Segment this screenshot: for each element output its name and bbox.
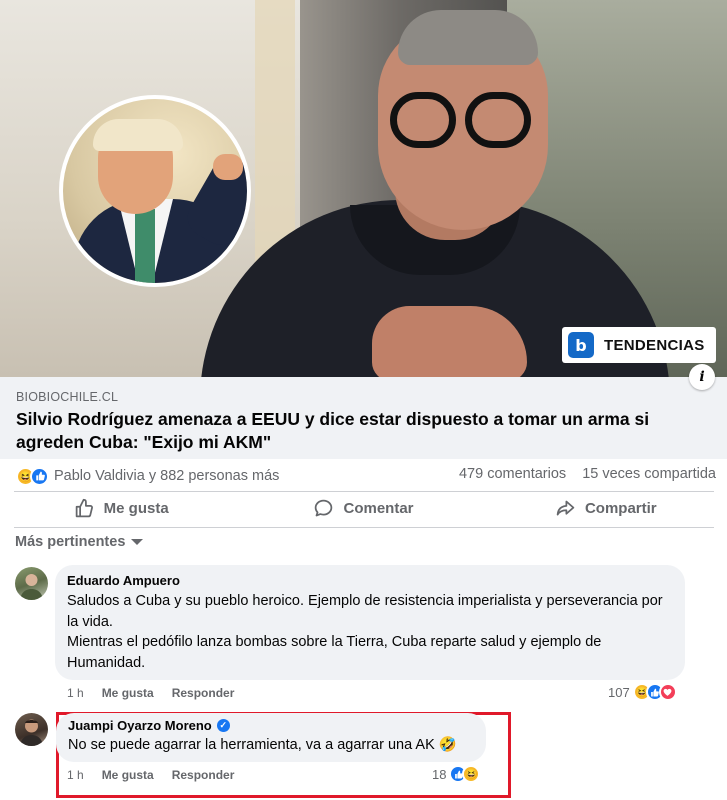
reaction-count: 18 — [432, 766, 447, 782]
post-action-bar: Me gusta Comentar Compartir — [0, 490, 727, 526]
comment-label: Comentar — [343, 499, 414, 517]
man-hair — [398, 10, 538, 65]
avatar[interactable] — [15, 713, 48, 746]
link-headline[interactable]: Silvio Rodríguez amenaza a EEUU y dice e… — [16, 408, 716, 454]
comment-text-line: Saludos a Cuba y su pueblo heroico. Ejem… — [67, 593, 663, 630]
engagement-counts: 479 comentarios 15 veces compartida — [459, 466, 716, 482]
divider-bottom — [14, 527, 714, 528]
like-icon — [30, 466, 49, 486]
like-button[interactable]: Me gusta — [0, 490, 242, 526]
inset-pointing-hand — [213, 154, 243, 180]
comment-author[interactable]: Eduardo Ampuero — [67, 573, 673, 588]
comment-count[interactable]: 479 comentarios — [459, 466, 566, 482]
link-domain: BIOBIOCHILE.CL — [16, 390, 119, 404]
biobio-logo-icon: b — [568, 332, 594, 358]
inset-tie — [135, 209, 155, 283]
comment-bubble[interactable]: Eduardo Ampuero Saludos a Cuba y su pueb… — [55, 565, 685, 680]
tendencias-badge: b TENDENCIAS — [562, 327, 716, 363]
comment-button[interactable]: Comentar — [242, 490, 484, 526]
comment-text: Saludos a Cuba y su pueblo heroico. Ejem… — [67, 591, 673, 673]
share-count[interactable]: 15 veces compartida — [582, 466, 716, 482]
man-hand — [372, 306, 527, 377]
comment-bubble[interactable]: Juampi Oyarzo Moreno ✓ No se puede agarr… — [56, 713, 486, 762]
badge-text: TENDENCIAS — [604, 336, 705, 354]
comment-sort-dropdown[interactable]: Más pertinentes — [15, 534, 144, 550]
glasses-right-lens — [465, 92, 531, 148]
comment-meta: 1 h Me gusta Responder — [67, 768, 252, 782]
inset-photo — [59, 95, 251, 287]
comment-author[interactable]: Juampi Oyarzo Moreno — [68, 718, 212, 733]
comment-bubble-icon — [315, 499, 333, 516]
inset-hair — [93, 119, 183, 151]
comment-reactions[interactable]: 107 😆 — [608, 683, 677, 701]
share-arrow-icon — [556, 500, 575, 515]
share-button[interactable]: Compartir — [485, 490, 727, 526]
like-label: Me gusta — [103, 499, 169, 517]
love-icon — [658, 683, 677, 701]
sort-label: Más pertinentes — [15, 534, 126, 550]
comment-like-button[interactable]: Me gusta — [102, 768, 154, 782]
reaction-count: 107 — [608, 684, 630, 700]
comment-text-line: Mientras el pedófilo lanza bombas sobre … — [67, 634, 602, 671]
caret-down-icon — [131, 539, 144, 545]
avatar[interactable] — [15, 567, 48, 600]
share-label: Compartir — [584, 499, 657, 517]
comment-meta: 1 h Me gusta Responder — [67, 686, 252, 700]
verified-badge-icon: ✓ — [216, 719, 230, 732]
reaction-names: Pablo Valdivia y 882 personas más — [54, 468, 280, 484]
info-icon[interactable]: i — [689, 364, 715, 390]
comment-reply-button[interactable]: Responder — [172, 768, 235, 782]
comment-time[interactable]: 1 h — [67, 686, 84, 700]
post-image[interactable]: b TENDENCIAS — [0, 0, 727, 377]
comment-author-row: Juampi Oyarzo Moreno ✓ — [68, 718, 474, 733]
thumbs-up-icon — [75, 498, 93, 517]
comment-reactions[interactable]: 18 😆 — [432, 765, 481, 783]
comment-reply-button[interactable]: Responder — [172, 686, 235, 700]
haha-emoji-icon: 😆 — [462, 765, 481, 783]
comment-like-button[interactable]: Me gusta — [102, 686, 154, 700]
comment-text: No se puede agarrar la herramienta, va a… — [68, 737, 457, 753]
reactions-summary[interactable]: 😆 Pablo Valdivia y 882 personas más — [16, 466, 279, 486]
comment-time[interactable]: 1 h — [67, 768, 84, 782]
glasses-left-lens — [390, 92, 456, 148]
